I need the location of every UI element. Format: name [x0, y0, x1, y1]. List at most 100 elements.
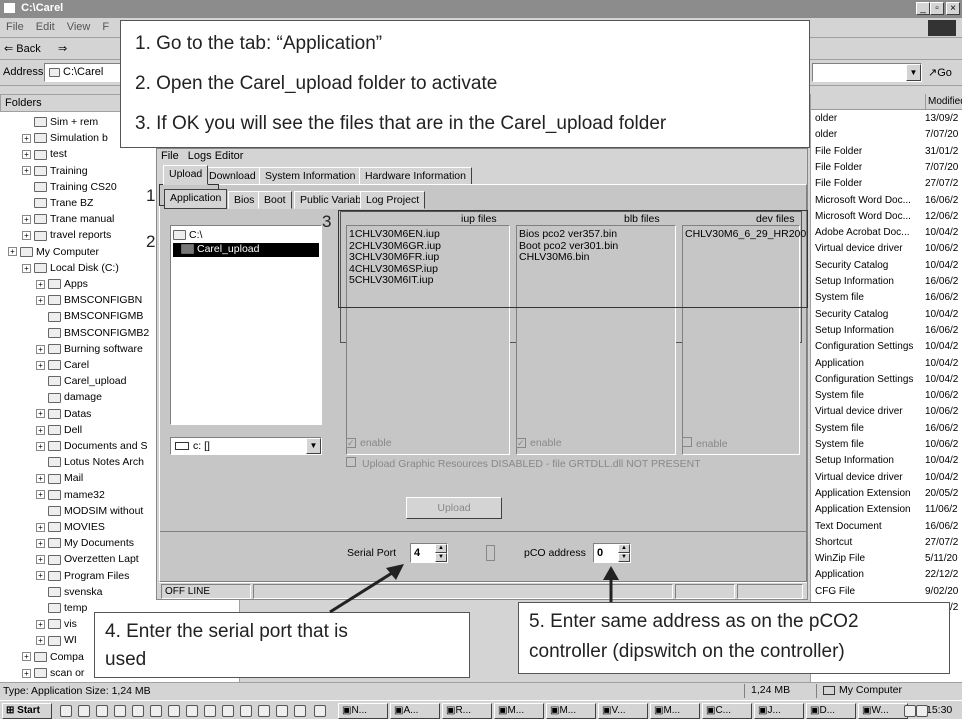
- expand-icon[interactable]: +: [36, 474, 45, 484]
- address-dropdown[interactable]: ▼: [812, 63, 922, 82]
- file-row[interactable]: File Folder 31/01/2: [811, 144, 962, 160]
- taskbar-task[interactable]: ▣W...: [858, 703, 908, 719]
- dir-item-root[interactable]: C:\: [173, 229, 319, 243]
- tree-item[interactable]: + Burning software: [36, 341, 143, 358]
- tree-item[interactable]: BMSCONFIGMB: [36, 308, 143, 325]
- file-row[interactable]: System file 16/06/2: [811, 290, 962, 306]
- quick-launch-icon[interactable]: [222, 705, 234, 717]
- stepper-up-icon[interactable]: ▲: [618, 544, 630, 553]
- expand-icon[interactable]: +: [36, 619, 45, 629]
- expand-icon[interactable]: +: [22, 263, 31, 273]
- tree-item[interactable]: + MOVIES: [36, 519, 105, 536]
- tree-item[interactable]: + Simulation b: [22, 130, 108, 147]
- tree-item[interactable]: + test: [22, 146, 67, 163]
- quick-launch-icon[interactable]: [276, 705, 288, 717]
- file-row[interactable]: System file 10/06/2: [811, 437, 962, 453]
- tree-item[interactable]: MODSIM without: [36, 503, 143, 520]
- file-row[interactable]: Shortcut 27/07/2: [811, 535, 962, 551]
- tree-item[interactable]: + Overzetten Lapt: [36, 551, 139, 568]
- enable-blb-checkbox[interactable]: ✓ enable: [516, 437, 562, 449]
- expand-icon[interactable]: +: [36, 344, 45, 354]
- expand-icon[interactable]: +: [36, 555, 45, 565]
- file-row[interactable]: Application Extension 20/05/2: [811, 486, 962, 502]
- expand-icon[interactable]: +: [36, 522, 45, 532]
- expand-icon[interactable]: +: [36, 636, 45, 646]
- expand-icon[interactable]: +: [8, 247, 17, 257]
- tree-item[interactable]: + Datas: [36, 406, 91, 423]
- tree-item[interactable]: + vis: [36, 616, 77, 633]
- quick-launch-icon[interactable]: [150, 705, 162, 717]
- expand-icon[interactable]: +: [22, 133, 31, 143]
- menu-favorites[interactable]: F: [96, 18, 115, 36]
- upload-button[interactable]: Upload: [406, 497, 502, 519]
- quick-launch-icon[interactable]: [60, 705, 72, 717]
- quick-launch-icon[interactable]: [240, 705, 252, 717]
- tree-item[interactable]: + WI: [36, 632, 77, 649]
- tree-item[interactable]: + mame32: [36, 487, 105, 504]
- file-row[interactable]: Application Extension 11/06/2: [811, 502, 962, 518]
- tree-item[interactable]: svenska: [36, 584, 103, 601]
- file-row[interactable]: Setup Information 10/04/2: [811, 453, 962, 469]
- tab-download[interactable]: Download: [203, 167, 262, 185]
- file-row[interactable]: Adobe Acrobat Doc... 10/04/2: [811, 225, 962, 241]
- file-row[interactable]: Microsoft Word Doc... 12/06/2: [811, 209, 962, 225]
- expand-icon[interactable]: +: [22, 150, 31, 160]
- tree-item[interactable]: + scan or: [22, 665, 84, 682]
- menu-edit[interactable]: Edit: [30, 18, 61, 36]
- expand-icon[interactable]: +: [22, 231, 31, 241]
- file-row[interactable]: File Folder 27/07/2: [811, 176, 962, 192]
- quick-launch-icon[interactable]: [78, 705, 90, 717]
- tab-log-project[interactable]: Log Project: [360, 191, 426, 209]
- tree-item[interactable]: + travel reports: [22, 227, 111, 244]
- quick-launch-icon[interactable]: [114, 705, 126, 717]
- tray-icon[interactable]: [904, 705, 916, 717]
- tree-item[interactable]: + Training: [22, 163, 88, 180]
- file-row[interactable]: Application 10/04/2: [811, 356, 962, 372]
- taskbar-task[interactable]: ▣D...: [806, 703, 856, 719]
- address-input[interactable]: C:\Carel: [44, 63, 124, 82]
- file-row[interactable]: Virtual device driver 10/04/2: [811, 470, 962, 486]
- file-row[interactable]: Microsoft Word Doc... 16/06/2: [811, 193, 962, 209]
- file-row[interactable]: System file 16/06/2: [811, 421, 962, 437]
- taskbar-task[interactable]: ▣C...: [702, 703, 752, 719]
- file-row[interactable]: Security Catalog 10/04/2: [811, 258, 962, 274]
- serial-port-stepper[interactable]: 4 ▲ ▼: [410, 543, 448, 563]
- tab-hardware-information[interactable]: Hardware Information: [359, 167, 472, 185]
- file-row[interactable]: Configuration Settings 10/04/2: [811, 339, 962, 355]
- expand-icon[interactable]: +: [36, 490, 45, 500]
- tree-item[interactable]: Lotus Notes Arch: [36, 454, 144, 471]
- file-row[interactable]: System file 10/06/2: [811, 388, 962, 404]
- file-row[interactable]: Application 22/12/2: [811, 567, 962, 583]
- file-row[interactable]: File Folder 7/07/20: [811, 160, 962, 176]
- file-row[interactable]: older 13/09/2: [811, 111, 962, 127]
- file-row[interactable]: CFG File 9/02/20: [811, 584, 962, 600]
- file-list[interactable]: Modified older13/09/2older7/07/20File Fo…: [810, 94, 962, 682]
- tray-icon[interactable]: [916, 705, 928, 717]
- tab-boot[interactable]: Boot: [258, 191, 292, 209]
- file-row[interactable]: Virtual device driver 10/06/2: [811, 404, 962, 420]
- quick-launch-icon[interactable]: [294, 705, 306, 717]
- tree-item[interactable]: + Carel: [36, 357, 89, 374]
- tree-item[interactable]: + Program Files: [36, 568, 129, 585]
- quick-launch-icon[interactable]: [168, 705, 180, 717]
- quick-launch-icon[interactable]: [258, 705, 270, 717]
- expand-icon[interactable]: +: [36, 279, 45, 289]
- menu-view[interactable]: View: [61, 18, 97, 36]
- file-row[interactable]: WinZip File 5/11/20: [811, 551, 962, 567]
- expand-icon[interactable]: +: [36, 295, 45, 305]
- quick-launch-icon[interactable]: [204, 705, 216, 717]
- stepper-down-icon[interactable]: ▼: [618, 553, 630, 562]
- expand-icon[interactable]: +: [22, 652, 31, 662]
- tree-item[interactable]: Training CS20: [22, 179, 117, 196]
- tree-item[interactable]: Carel_upload: [36, 373, 126, 390]
- tree-item[interactable]: + Local Disk (C:): [22, 260, 119, 277]
- close-button[interactable]: ×: [946, 2, 960, 15]
- tree-item[interactable]: + Documents and S: [36, 438, 147, 455]
- file-row[interactable]: Setup Information 16/06/2: [811, 323, 962, 339]
- menu-file[interactable]: File: [0, 18, 30, 36]
- taskbar-task[interactable]: ▣M...: [650, 703, 700, 719]
- tab-upload[interactable]: Upload: [163, 165, 209, 185]
- dir-item-carel-upload[interactable]: Carel_upload: [173, 243, 319, 257]
- tab-system-information[interactable]: System Information: [259, 167, 362, 185]
- tab-application[interactable]: Application: [164, 189, 228, 209]
